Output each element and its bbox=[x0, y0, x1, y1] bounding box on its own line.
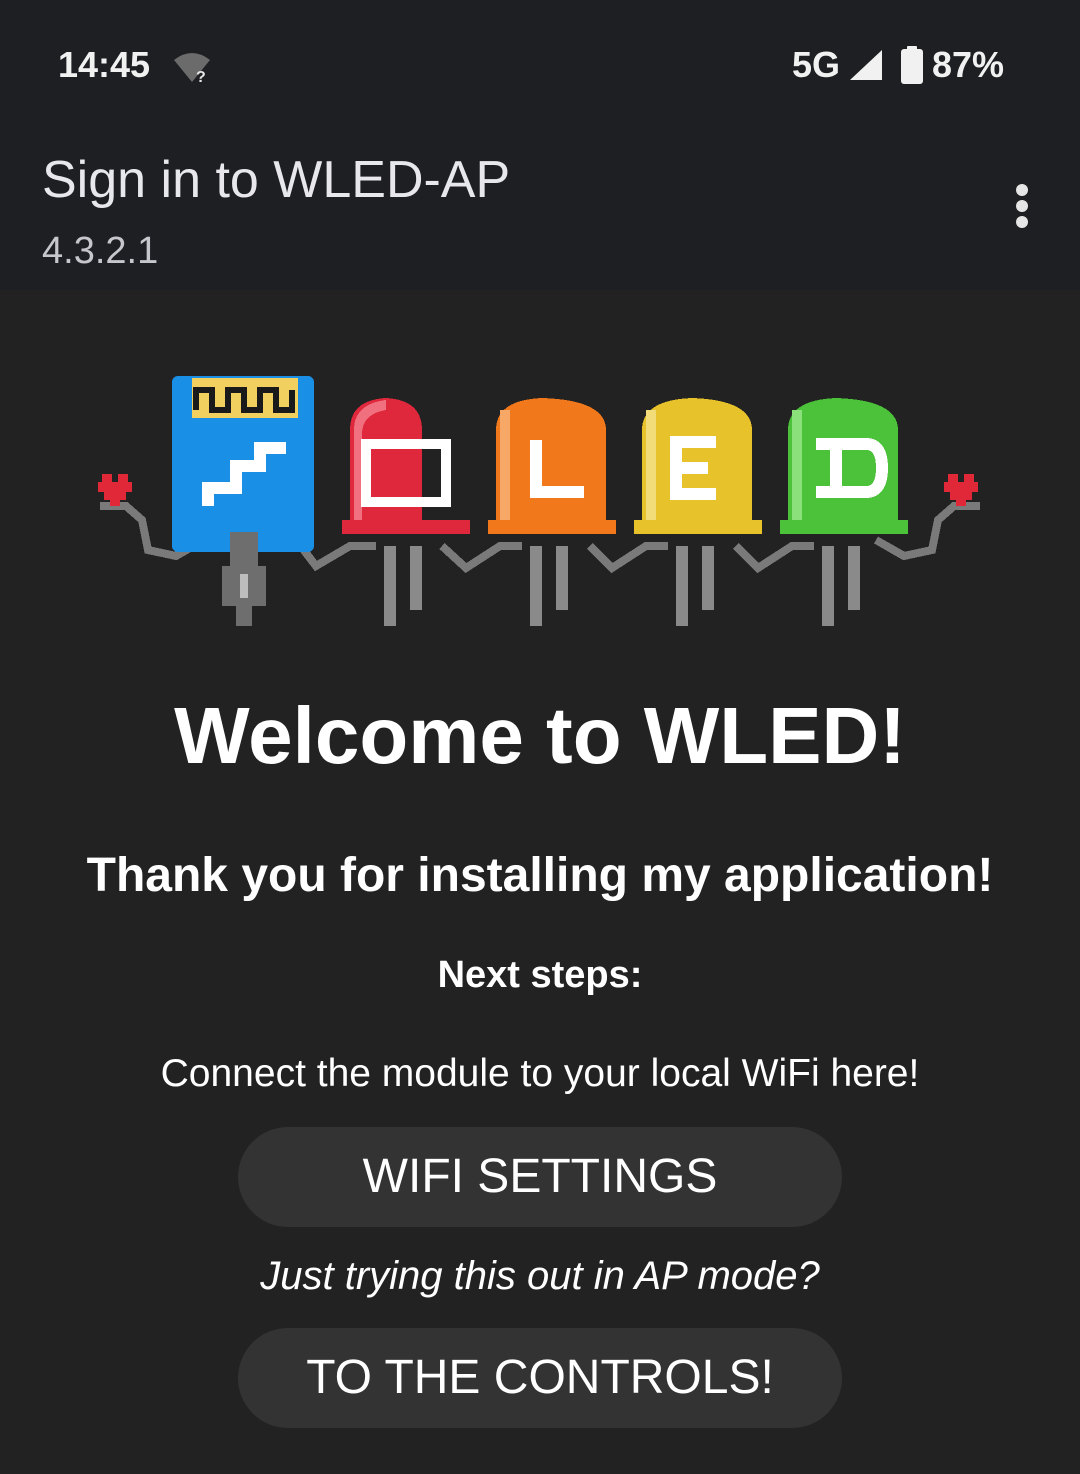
status-time: 14:45 bbox=[58, 44, 151, 85]
page-subtitle: 4.3.2.1 bbox=[42, 230, 159, 272]
to-controls-button[interactable]: TO THE CONTROLS! bbox=[238, 1328, 842, 1428]
svg-text:?: ? bbox=[196, 69, 206, 84]
wifi-question-icon: ? bbox=[174, 53, 210, 84]
wifi-settings-button[interactable]: WIFI SETTINGS bbox=[238, 1127, 842, 1227]
connect-text: Connect the module to your local WiFi he… bbox=[160, 1052, 920, 1095]
battery-percent: 87% bbox=[932, 44, 1005, 85]
main-content: Welcome to WLED! Thank you for installin… bbox=[0, 290, 1080, 1474]
battery-icon bbox=[901, 46, 923, 84]
next-steps-heading: Next steps: bbox=[437, 954, 643, 996]
welcome-heading: Welcome to WLED! bbox=[174, 691, 906, 780]
network-type: 5G bbox=[792, 44, 841, 85]
signal-icon bbox=[850, 50, 882, 80]
app-bar: Sign in to WLED-AP 4.3.2.1 bbox=[0, 130, 1080, 290]
ap-mode-text: Just trying this out in AP mode? bbox=[260, 1254, 820, 1298]
thanks-text: Thank you for installing my application! bbox=[86, 849, 994, 902]
more-vert-icon[interactable] bbox=[1002, 178, 1042, 234]
status-bar: 14:45 ? 5G 87% bbox=[0, 0, 1080, 130]
wled-logo bbox=[98, 376, 980, 626]
page-title: Sign in to WLED-AP bbox=[42, 151, 511, 209]
